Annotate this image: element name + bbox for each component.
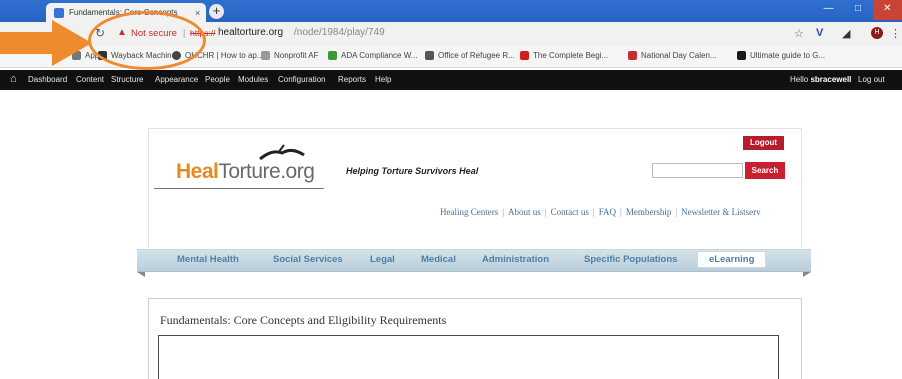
menu-social-services[interactable]: Social Services bbox=[273, 254, 343, 265]
bookmark-label: Ultimate guide to G... bbox=[750, 51, 826, 60]
link-about-us[interactable]: About us bbox=[508, 207, 541, 217]
search-input[interactable] bbox=[652, 163, 743, 178]
bookmark-item[interactable]: Office of Refugee R... bbox=[425, 51, 515, 60]
admin-logout-link[interactable]: Log out bbox=[858, 75, 885, 84]
youtube-icon bbox=[520, 51, 529, 60]
menu-kebab-icon[interactable]: ⋮ bbox=[890, 27, 901, 40]
link-contact-us[interactable]: Contact us bbox=[551, 207, 589, 217]
admin-menu-help[interactable]: Help bbox=[375, 75, 391, 84]
annotation-ellipse bbox=[88, 11, 206, 70]
screenshot: Fundamentals: Core Concepts × + — □ ✕ ↻ … bbox=[0, 0, 902, 379]
admin-greeting: Hello sbracewell bbox=[790, 75, 851, 84]
extension-puzzle-icon[interactable]: ◢ bbox=[842, 27, 850, 40]
link-membership[interactable]: Membership bbox=[626, 207, 672, 217]
admin-menu-content[interactable]: Content bbox=[76, 75, 104, 84]
calendar-icon bbox=[628, 51, 637, 60]
bookmark-item[interactable]: The Complete Begi... bbox=[520, 51, 608, 60]
window-controls: — □ ✕ bbox=[814, 0, 902, 20]
tab-close-icon[interactable]: × bbox=[195, 8, 200, 18]
logo-heal-text: Heal bbox=[176, 160, 219, 183]
bookmark-item[interactable]: ADA Compliance W... bbox=[328, 51, 417, 60]
bookmark-label: ADA Compliance W... bbox=[341, 51, 418, 60]
admin-menu-dashboard[interactable]: Dashboard bbox=[28, 75, 67, 84]
menu-ribbon-right bbox=[803, 272, 811, 277]
menu-mental-health[interactable]: Mental Health bbox=[177, 254, 239, 265]
logo-bird-icon bbox=[259, 144, 305, 161]
minimize-button[interactable]: — bbox=[814, 0, 843, 20]
site-tagline: Helping Torture Survivors Heal bbox=[346, 166, 479, 176]
admin-menu-people[interactable]: People bbox=[205, 75, 230, 84]
admin-username[interactable]: sbracewell bbox=[810, 75, 851, 84]
close-window-button[interactable]: ✕ bbox=[872, 0, 902, 20]
bookmark-item[interactable]: National Day Calen... bbox=[628, 51, 717, 60]
bookmark-label: National Day Calen... bbox=[641, 51, 717, 60]
bookmark-label: The Complete Begi... bbox=[533, 51, 609, 60]
course-player-frame[interactable] bbox=[158, 335, 779, 379]
menu-administration[interactable]: Administration bbox=[482, 254, 549, 265]
admin-menu-structure[interactable]: Structure bbox=[111, 75, 143, 84]
favicon-icon bbox=[54, 7, 64, 18]
admin-menu-reports[interactable]: Reports bbox=[338, 75, 366, 84]
refugee-office-icon bbox=[425, 51, 434, 60]
search-button[interactable]: Search bbox=[745, 162, 785, 179]
maximize-button[interactable]: □ bbox=[843, 0, 872, 20]
home-icon[interactable]: ⌂ bbox=[10, 73, 17, 85]
bookmark-item[interactable]: Nonprofit AF bbox=[261, 51, 318, 60]
page-title: Fundamentals: Core Concepts and Eligibil… bbox=[160, 313, 447, 327]
greeting-hello: Hello bbox=[790, 75, 809, 84]
admin-menu-configuration[interactable]: Configuration bbox=[278, 75, 326, 84]
bookmark-star-icon[interactable]: ☆ bbox=[794, 27, 804, 40]
link-healing-centers[interactable]: Healing Centers bbox=[440, 207, 498, 217]
admin-toolbar: ⌂ Dashboard Content Structure Appearance… bbox=[0, 70, 902, 90]
bookmark-label: Office of Refugee R... bbox=[438, 51, 515, 60]
logout-button[interactable]: Logout bbox=[743, 136, 784, 150]
admin-menu-appearance[interactable]: Appearance bbox=[155, 75, 198, 84]
profile-avatar[interactable]: H bbox=[871, 27, 883, 39]
menu-ribbon-left bbox=[137, 272, 145, 277]
menu-legal[interactable]: Legal bbox=[370, 254, 395, 265]
new-tab-button[interactable]: + bbox=[209, 4, 224, 19]
link-faq[interactable]: FAQ bbox=[599, 207, 616, 217]
extension-v-icon[interactable]: V bbox=[816, 27, 823, 39]
bookmark-label: Nonprofit AF bbox=[274, 51, 319, 60]
annotation-arrow-icon bbox=[0, 20, 92, 66]
ada-icon bbox=[328, 51, 337, 60]
admin-menu-modules[interactable]: Modules bbox=[238, 75, 268, 84]
logo-underline bbox=[154, 188, 324, 189]
url-host[interactable]: healtorture.org bbox=[218, 27, 283, 38]
nonprofit-icon bbox=[261, 51, 270, 60]
menu-specific-populations[interactable]: Specific Populations bbox=[584, 254, 677, 265]
secondary-nav: Healing Centers | About us | Contact us | FAQ |… bbox=[440, 207, 761, 217]
menu-medical[interactable]: Medical bbox=[421, 254, 456, 265]
link-newsletter[interactable]: Newsletter & Listserv bbox=[681, 207, 760, 217]
guide-icon bbox=[737, 51, 746, 60]
bookmark-item[interactable]: Ultimate guide to G... bbox=[737, 51, 825, 60]
url-path[interactable]: /node/1984/play/749 bbox=[294, 27, 385, 38]
menu-elearning[interactable]: eLearning bbox=[697, 251, 767, 268]
